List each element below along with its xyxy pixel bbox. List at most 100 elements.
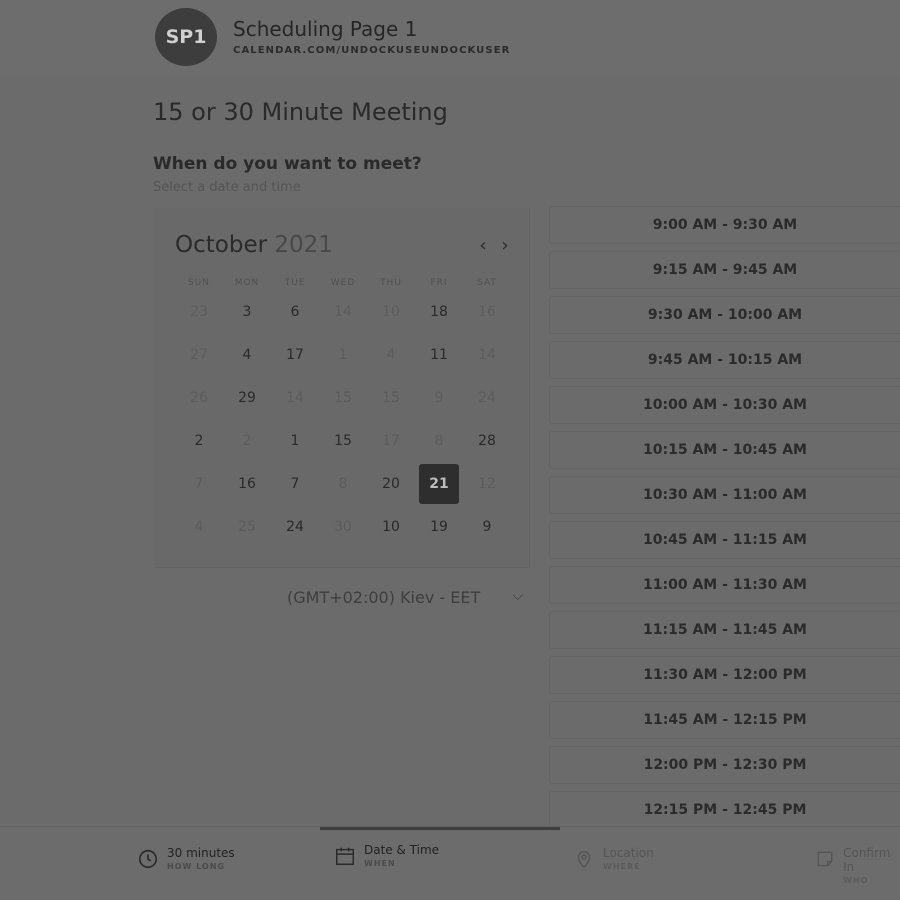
calendar-day[interactable]: 16 — [223, 464, 271, 504]
calendar-day[interactable]: 4 — [223, 335, 271, 375]
time-slot-button[interactable]: 12:00 PM - 12:30 PM — [549, 746, 900, 784]
form-icon — [817, 851, 833, 867]
calendar-day[interactable]: 6 — [271, 292, 319, 332]
calendar-day-number: 14 — [286, 390, 304, 406]
step-date-time[interactable]: Date & Time WHEN — [334, 843, 439, 868]
time-slot-button[interactable]: 9:00 AM - 9:30 AM — [549, 206, 900, 244]
avatar: SP1 — [155, 8, 217, 66]
calendar-day-number: 7 — [290, 476, 300, 492]
calendar-day-number: 27 — [190, 347, 208, 363]
chevron-right-icon: › — [501, 234, 509, 256]
calendar-day-number: 11 — [430, 347, 448, 363]
weekday-label: SAT — [477, 278, 497, 288]
time-slot-button[interactable]: 11:45 AM - 12:15 PM — [549, 701, 900, 739]
calendar-day[interactable]: 28 — [463, 421, 511, 461]
calendar-day[interactable]: 19 — [415, 507, 463, 547]
calendar-day-number: 14 — [334, 304, 352, 320]
calendar-day-number: 15 — [334, 390, 352, 406]
scheduling-page-name: Scheduling Page 1 — [233, 17, 418, 41]
step-duration-label: 30 minutes — [167, 846, 235, 860]
calendar-week-row: 23 3 6 14 10 18 16 — [175, 292, 511, 332]
calendar-day: 8 — [319, 464, 367, 504]
calendar-week-row: 4 25 24 30 10 19 9 — [175, 507, 511, 547]
time-slot-button[interactable]: 11:15 AM - 11:45 AM — [549, 611, 900, 649]
calendar-day-number: 9 — [482, 519, 492, 535]
chevron-down-icon: ⌵ — [512, 588, 523, 604]
calendar-day-number: 16 — [238, 476, 256, 492]
step-location-sub: WHERE — [603, 862, 641, 871]
calendar-day[interactable]: 9 — [463, 507, 511, 547]
location-pin-icon — [577, 851, 591, 869]
calendar-day-number: 6 — [290, 304, 300, 320]
time-slot-button[interactable]: 9:45 AM - 10:15 AM — [549, 341, 900, 379]
step-duration-sub: HOW LONG — [167, 862, 225, 871]
calendar-day-number: 30 — [334, 519, 352, 535]
calendar-day[interactable]: 3 — [223, 292, 271, 332]
calendar-day-number: 1 — [290, 433, 300, 449]
calendar-day-number: 7 — [194, 476, 204, 492]
weekday-label: FRI — [430, 278, 448, 288]
date-question-hint: Select a date and time — [153, 180, 301, 195]
time-slot-button[interactable]: 9:30 AM - 10:00 AM — [549, 296, 900, 334]
calendar-day-number: 21 — [419, 464, 459, 504]
calendar-week-row: 26 29 14 15 15 9 24 — [175, 378, 511, 418]
calendar-day-number: 1 — [338, 347, 348, 363]
prev-month-button[interactable]: ‹ — [473, 234, 493, 256]
next-month-button[interactable]: › — [495, 234, 515, 256]
calendar-day[interactable]: 11 — [415, 335, 463, 375]
time-slot-button[interactable]: 11:30 AM - 12:00 PM — [549, 656, 900, 694]
calendar-day-number: 10 — [382, 519, 400, 535]
calendar-day-number: 10 — [382, 304, 400, 320]
calendar-day-number: 15 — [334, 433, 352, 449]
step-location[interactable]: Location WHERE — [573, 846, 654, 871]
calendar-day-number: 23 — [190, 304, 208, 320]
time-slot-button[interactable]: 12:15 PM - 12:45 PM — [549, 791, 900, 829]
calendar-day-number: 4 — [386, 347, 396, 363]
calendar-day: 16 — [463, 292, 511, 332]
calendar-day[interactable]: 15 — [319, 421, 367, 461]
calendar-day: 15 — [319, 378, 367, 418]
time-slot-button[interactable]: 11:00 AM - 11:30 AM — [549, 566, 900, 604]
calendar-day: 12 — [463, 464, 511, 504]
calendar-day[interactable]: 1 — [271, 421, 319, 461]
calendar-day[interactable]: 17 — [271, 335, 319, 375]
step-footer — [0, 826, 900, 900]
calendar-day[interactable]: 10 — [367, 507, 415, 547]
scheduling-page-url[interactable]: CALENDAR.COM/UNDOCKUSEUNDOCKUSER — [233, 45, 510, 56]
time-slot-button[interactable]: 10:15 AM - 10:45 AM — [549, 431, 900, 469]
time-slot-button[interactable]: 10:45 AM - 11:15 AM — [549, 521, 900, 559]
calendar-day: 24 — [463, 378, 511, 418]
calendar-day-number: 17 — [382, 433, 400, 449]
calendar-day-number: 26 — [190, 390, 208, 406]
timezone-select[interactable]: (GMT+02:00) Kiev - EET ⌵ — [287, 588, 527, 610]
date-question: When do you want to meet? — [153, 154, 422, 174]
calendar-day[interactable]: 29 — [223, 378, 271, 418]
calendar-day[interactable]: 2 — [175, 421, 223, 461]
step-date-time-label: Date & Time — [364, 843, 440, 857]
weekday-label: MON — [234, 278, 260, 288]
time-slot-list: 9:00 AM - 9:30 AM 9:15 AM - 9:45 AM 9:30 A… — [549, 206, 900, 836]
calendar-day: 7 — [175, 464, 223, 504]
calendar-day[interactable]: 18 — [415, 292, 463, 332]
page-header: SP1 Scheduling Page 1 CALENDAR.COM/UNDOC… — [0, 0, 900, 76]
calendar-week-row: 27 4 17 1 4 11 14 — [175, 335, 511, 375]
meeting-title: 15 or 30 Minute Meeting — [153, 98, 448, 126]
calendar-day: 14 — [271, 378, 319, 418]
time-slot-button[interactable]: 10:30 AM - 11:00 AM — [549, 476, 900, 514]
time-slot-button[interactable]: 10:00 AM - 10:30 AM — [549, 386, 900, 424]
calendar-icon — [336, 847, 354, 865]
step-duration[interactable]: 30 minutes HOW LONG — [137, 846, 235, 871]
calendar-day: 9 — [415, 378, 463, 418]
calendar-week-row: 7 16 7 8 20 21 12 — [175, 464, 511, 504]
calendar-day-number: 3 — [242, 304, 252, 320]
calendar-day-selected[interactable]: 21 — [415, 464, 463, 504]
calendar-day: 30 — [319, 507, 367, 547]
calendar-day[interactable]: 20 — [367, 464, 415, 504]
calendar-day[interactable]: 7 — [271, 464, 319, 504]
step-confirm[interactable]: Confirm In WHO — [815, 846, 900, 885]
calendar-card: October 2021 ‹ › SUN MON TUE WED THU FRI SAT 2… — [155, 208, 530, 568]
calendar-day: 1 — [319, 335, 367, 375]
time-slot-button[interactable]: 9:15 AM - 9:45 AM — [549, 251, 900, 289]
calendar-day-number: 2 — [194, 433, 204, 449]
calendar-day[interactable]: 24 — [271, 507, 319, 547]
